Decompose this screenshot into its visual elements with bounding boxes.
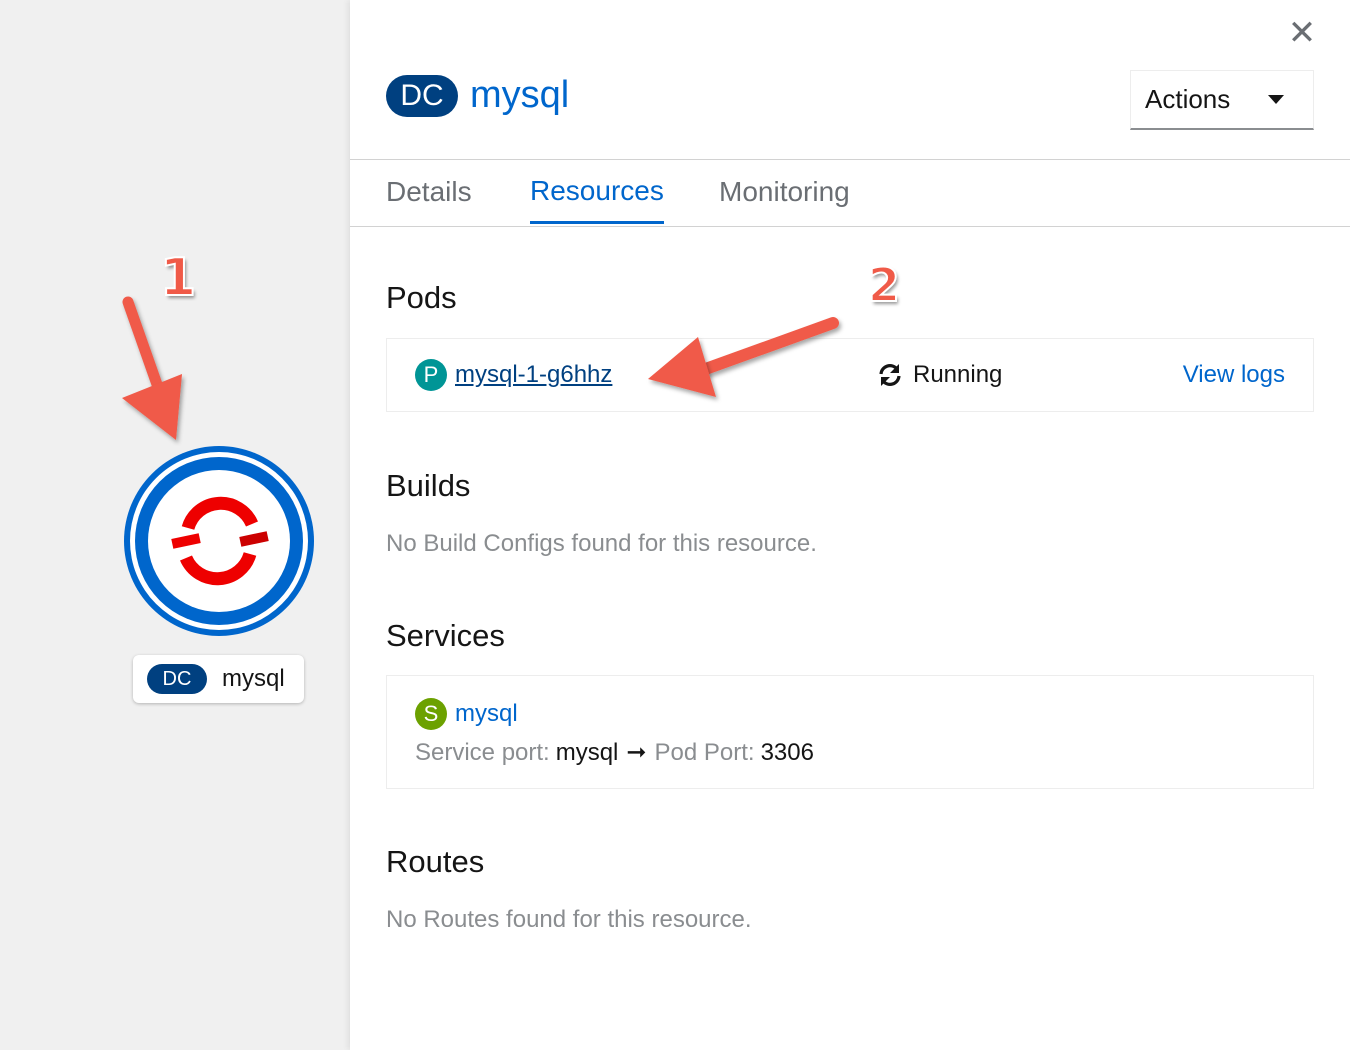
tab-details[interactable]: Details (386, 160, 472, 224)
sync-icon (879, 364, 901, 386)
routes-empty-message: No Routes found for this resource. (386, 906, 752, 933)
actions-dropdown[interactable]: Actions (1130, 70, 1314, 130)
close-icon[interactable]: ✕ (1285, 16, 1319, 50)
pod-status-text: Running (913, 361, 1003, 388)
pod-port-label: Pod Port: (654, 738, 755, 766)
view-logs-link[interactable]: View logs (1183, 361, 1285, 389)
annotation-step-2: 2 (867, 257, 901, 313)
annotation-step-1: 1 (159, 247, 197, 309)
annotation-arrow-2 (648, 317, 839, 397)
tab-bar: Details Resources Monitoring (350, 159, 1350, 227)
node-name: mysql (222, 665, 285, 692)
pod-link[interactable]: mysql-1-g6hhz (455, 361, 612, 389)
pod-row: P mysql-1-g6hhz Running View logs (386, 338, 1314, 412)
builds-heading: Builds (386, 468, 471, 503)
openshift-node-icon (124, 446, 314, 636)
service-port-line: Service port: mysql ➞ Pod Port: 3306 (415, 738, 814, 767)
pods-heading: Pods (386, 280, 457, 315)
topology-canvas: DC mysql 1 (0, 0, 350, 1050)
dc-badge: DC (147, 664, 207, 694)
page-title[interactable]: mysql (470, 74, 569, 117)
service-header: S mysql (415, 698, 518, 730)
service-port-value: mysql (555, 738, 619, 766)
routes-heading: Routes (386, 844, 485, 879)
side-panel: ✕ DC mysql Actions Details Resources Mon… (350, 0, 1350, 1050)
topology-node[interactable] (122, 444, 316, 638)
dc-badge: DC (386, 74, 458, 117)
topology-node-label[interactable]: DC mysql (133, 655, 304, 703)
builds-empty-message: No Build Configs found for this resource… (386, 530, 817, 557)
tab-monitoring[interactable]: Monitoring (719, 160, 850, 224)
services-heading: Services (386, 618, 505, 653)
service-badge: S (415, 698, 447, 730)
service-link[interactable]: mysql (455, 700, 518, 728)
pod-badge: P (415, 359, 447, 391)
pod-port-value: 3306 (760, 738, 814, 766)
panel-header: DC mysql (386, 74, 569, 117)
tab-resources[interactable]: Resources (530, 160, 664, 224)
caret-down-icon (1268, 95, 1285, 104)
service-port-label: Service port: (415, 738, 550, 766)
pod-status: Running (877, 361, 1002, 389)
actions-label: Actions (1145, 84, 1231, 114)
long-arrow-right-icon: ➞ (626, 739, 647, 766)
service-item: S mysql Service port: mysql ➞ Pod Port: … (386, 675, 1314, 789)
